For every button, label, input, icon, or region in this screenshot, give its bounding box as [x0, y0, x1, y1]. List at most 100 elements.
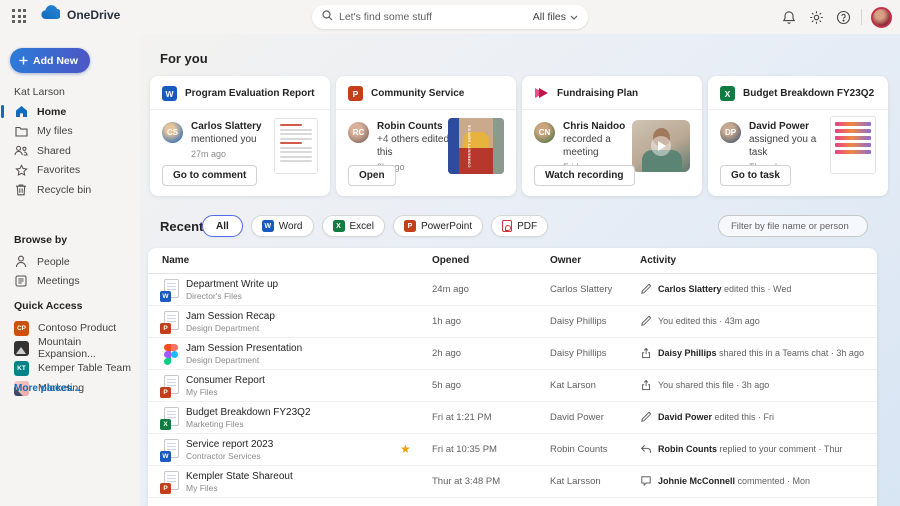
activity-action: assigned you a task	[749, 134, 817, 158]
add-new-button[interactable]: Add New	[10, 48, 90, 73]
for-you-card-community-service[interactable]: P Community Service RC Robin Counts +4 o…	[336, 76, 516, 196]
browse-by-heading: Browse by	[14, 234, 68, 246]
share-icon	[642, 379, 651, 391]
column-header-activity[interactable]: Activity	[640, 255, 676, 266]
file-location: My Files	[186, 483, 218, 493]
sidebar-item-meetings[interactable]: Meetings	[0, 272, 140, 292]
word-file-icon: W	[160, 279, 180, 302]
sidebar-item-my-files[interactable]: My files	[0, 122, 140, 142]
activity-text: replied to your comment · Thur	[717, 444, 843, 454]
main-content: For you W Program Evaluation Report CS C…	[140, 34, 900, 506]
meetings-icon	[14, 274, 28, 288]
person-icon	[14, 255, 28, 269]
table-row[interactable]: P Jam Session Recap Design Department 1h …	[148, 306, 877, 338]
sidebar-item-contoso-product[interactable]: CP Contoso Product	[0, 318, 140, 338]
recent-files-table: Name Opened Owner Activity W Department …	[148, 248, 877, 506]
app-launcher-icon[interactable]	[12, 9, 28, 25]
sidebar-item-home[interactable]: Home	[0, 102, 140, 122]
sidebar-item-favorites[interactable]: Favorites	[0, 161, 140, 181]
watch-recording-button[interactable]: Watch recording	[534, 165, 635, 186]
pdf-icon	[502, 220, 513, 232]
for-you-card-program-evaluation[interactable]: W Program Evaluation Report CS Carlos Sl…	[150, 76, 330, 196]
file-location: Design Department	[186, 323, 260, 333]
avatar: RC	[348, 122, 369, 143]
sidebar-user-name: Kat Larson	[14, 86, 65, 98]
column-header-opened[interactable]: Opened	[432, 255, 469, 266]
go-to-task-button[interactable]: Go to task	[720, 165, 791, 186]
table-header: Name Opened Owner Activity	[148, 248, 877, 274]
table-row[interactable]: X Budget Breakdown FY23Q2 Marketing Files…	[148, 402, 877, 434]
for-you-card-budget-breakdown[interactable]: X Budget Breakdown FY23Q2 DP David Power…	[708, 76, 888, 196]
filter-input[interactable]	[718, 215, 868, 237]
search-bar[interactable]: All files	[312, 5, 588, 29]
search-input[interactable]	[339, 11, 533, 23]
sidebar-item-label: Recycle bin	[37, 183, 92, 196]
activity-text: commented · Mon	[735, 476, 811, 486]
activity-cell: Johnie McConnell commented · Mon	[640, 475, 810, 487]
people-icon	[14, 144, 28, 158]
favorite-star-icon[interactable]: ★	[400, 442, 411, 456]
open-button[interactable]: Open	[348, 165, 396, 186]
file-name: Consumer Report	[186, 375, 265, 386]
more-places-link[interactable]: More places...	[14, 383, 80, 394]
for-you-card-fundraising-plan[interactable]: Fundraising Plan CN Chris Naidoo recorde…	[522, 76, 702, 196]
filter-pill-all[interactable]: All	[202, 215, 243, 237]
filter-pill-pdf[interactable]: PDF	[491, 215, 549, 237]
search-icon	[322, 8, 333, 26]
settings-gear-icon[interactable]	[807, 8, 825, 26]
file-name-cell[interactable]: Jam Session Presentation Design Departmen…	[186, 343, 302, 365]
video-thumbnail[interactable]	[632, 120, 690, 172]
filter-pill-excel[interactable]: X Excel	[321, 215, 385, 237]
sidebar: Add New Kat Larson Home My files Shared	[0, 34, 140, 506]
table-row[interactable]: W Service report 2023 Contractor Services…	[148, 434, 877, 466]
plus-icon	[19, 56, 28, 65]
sidebar-item-mountain-expansion[interactable]: Mountain Expansion...	[0, 336, 140, 360]
card-title: Program Evaluation Report	[185, 88, 315, 99]
table-row[interactable]: P Kempler State Shareout My Files Thur at…	[148, 466, 877, 498]
search-scope-dropdown[interactable]: All files	[533, 11, 578, 23]
opened-cell: 1h ago	[432, 316, 462, 327]
sidebar-item-shared[interactable]: Shared	[0, 141, 140, 161]
sidebar-item-recycle-bin[interactable]: Recycle bin	[0, 180, 140, 200]
opened-cell: 2h ago	[432, 348, 462, 359]
file-name-cell[interactable]: Consumer Report My Files	[186, 375, 265, 397]
powerpoint-file-icon: P	[160, 375, 180, 398]
column-header-owner[interactable]: Owner	[550, 255, 581, 266]
column-header-name[interactable]: Name	[162, 255, 189, 266]
contoso-product-icon: CP	[14, 320, 29, 336]
home-icon	[14, 105, 28, 119]
sidebar-item-kemper-table-team[interactable]: KT Kemper Table Team	[0, 358, 140, 378]
person-name: Robin Counts	[377, 121, 443, 132]
powerpoint-icon: P	[403, 220, 416, 232]
file-name-cell[interactable]: Kempler State Shareout My Files	[186, 471, 293, 493]
table-row[interactable]: W Department Write up Director's Files 24…	[148, 274, 877, 306]
pill-label: All	[216, 220, 229, 232]
activity-text: You edited this · 43m ago	[658, 316, 760, 326]
file-name: Department Write up	[186, 279, 279, 290]
file-location: Design Department	[186, 355, 260, 365]
activity-text: shared this in a Teams chat · 3h ago	[716, 348, 864, 358]
comment-bubble-icon	[641, 476, 651, 486]
onedrive-brand[interactable]: OneDrive	[38, 5, 120, 25]
play-icon	[651, 136, 671, 156]
account-avatar[interactable]	[871, 6, 892, 28]
excel-icon: X	[332, 220, 345, 232]
file-name-cell[interactable]: Department Write up Director's Files	[186, 279, 278, 301]
table-row[interactable]: Jam Session Presentation Design Departmen…	[148, 338, 877, 370]
table-row[interactable]: P Consumer Report My Files 5h ago Kat Lar…	[148, 370, 877, 402]
filter-pill-word[interactable]: W Word	[250, 215, 314, 237]
opened-cell: Fri at 10:35 PM	[432, 444, 497, 455]
card-header: X Budget Breakdown FY23Q2	[708, 76, 888, 110]
file-name-cell[interactable]: Service report 2023 Contractor Services	[186, 439, 273, 461]
owner-cell: Daisy Phillips	[550, 348, 607, 359]
sidebar-item-people[interactable]: People	[0, 252, 140, 272]
file-name-cell[interactable]: Jam Session Recap Design Department	[186, 311, 275, 333]
app-title: OneDrive	[67, 8, 121, 22]
go-to-comment-button[interactable]: Go to comment	[162, 165, 258, 186]
word-file-icon: W	[162, 86, 177, 101]
filter-pill-powerpoint[interactable]: P PowerPoint	[392, 215, 484, 237]
help-icon[interactable]	[834, 8, 852, 26]
avatar: DP	[720, 122, 741, 143]
file-name-cell[interactable]: Budget Breakdown FY23Q2 Marketing Files	[186, 407, 311, 429]
notifications-bell-icon[interactable]	[780, 8, 798, 26]
